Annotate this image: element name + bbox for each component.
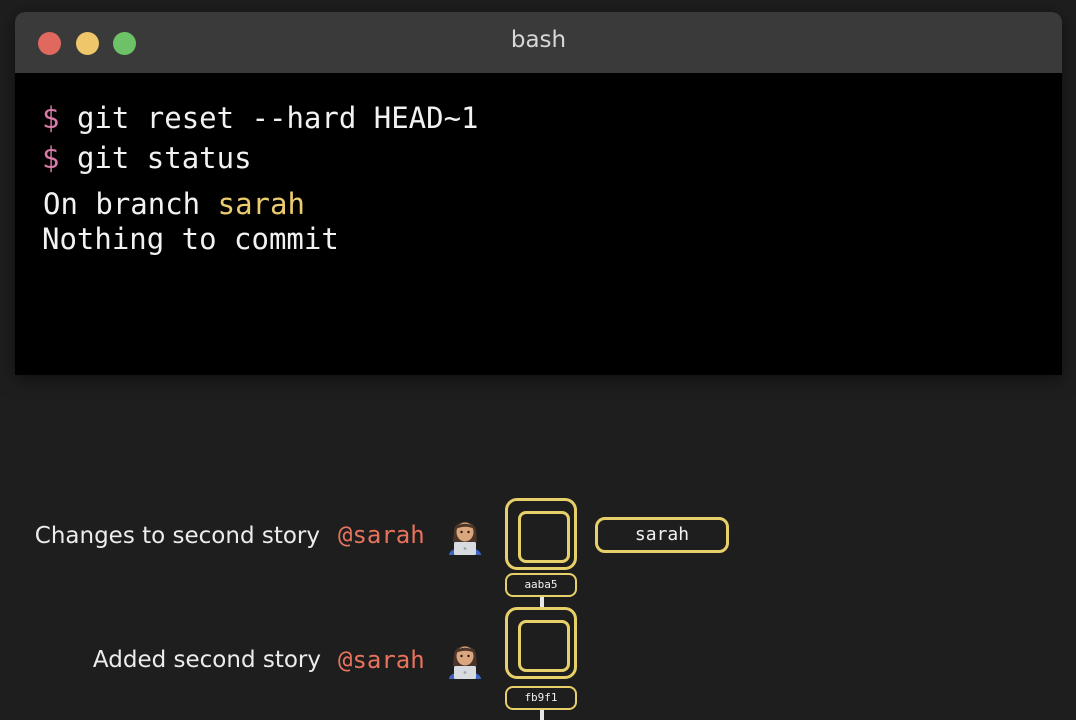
commit-node[interactable] <box>505 498 577 570</box>
commit-author: @sarah <box>338 521 425 549</box>
command-line: $ git reset --hard HEAD~1 <box>42 101 479 135</box>
command-text: git reset --hard HEAD~1 <box>76 101 479 135</box>
commit-link <box>540 597 544 607</box>
commit-author: @sarah <box>338 646 425 674</box>
commit-hash: fb9f1 <box>505 686 577 710</box>
title-bar: bash <box>15 12 1062 73</box>
terminal-window: bash $ git reset --hard HEAD~1 $ git sta… <box>15 12 1062 375</box>
commit-message: Added second story <box>92 647 321 673</box>
commit-node-inner <box>518 620 570 672</box>
commit-link <box>540 710 544 720</box>
output-line-status: Nothing to commit <box>42 222 339 256</box>
commit-hash: aaba5 <box>505 573 577 597</box>
window-title: bash <box>510 27 567 53</box>
woman-technologist-icon <box>449 522 481 555</box>
commit-node-inner <box>518 511 570 563</box>
prompt-symbol: $ <box>42 141 60 175</box>
branch-prefix: On branch <box>43 187 218 221</box>
commit-message: Changes to second story <box>34 523 320 549</box>
branch-pointer-label[interactable]: sarah <box>595 517 729 553</box>
commit-node[interactable] <box>505 607 577 679</box>
command-text: git status <box>76 141 252 175</box>
woman-technologist-icon <box>449 646 481 679</box>
current-branch-name: sarah <box>217 187 305 221</box>
output-line-branch: On branch sarah <box>43 187 305 221</box>
prompt-symbol: $ <box>42 101 60 135</box>
stage: bash $ git reset --hard HEAD~1 $ git sta… <box>0 0 1076 720</box>
command-line: $ git status <box>42 141 252 175</box>
